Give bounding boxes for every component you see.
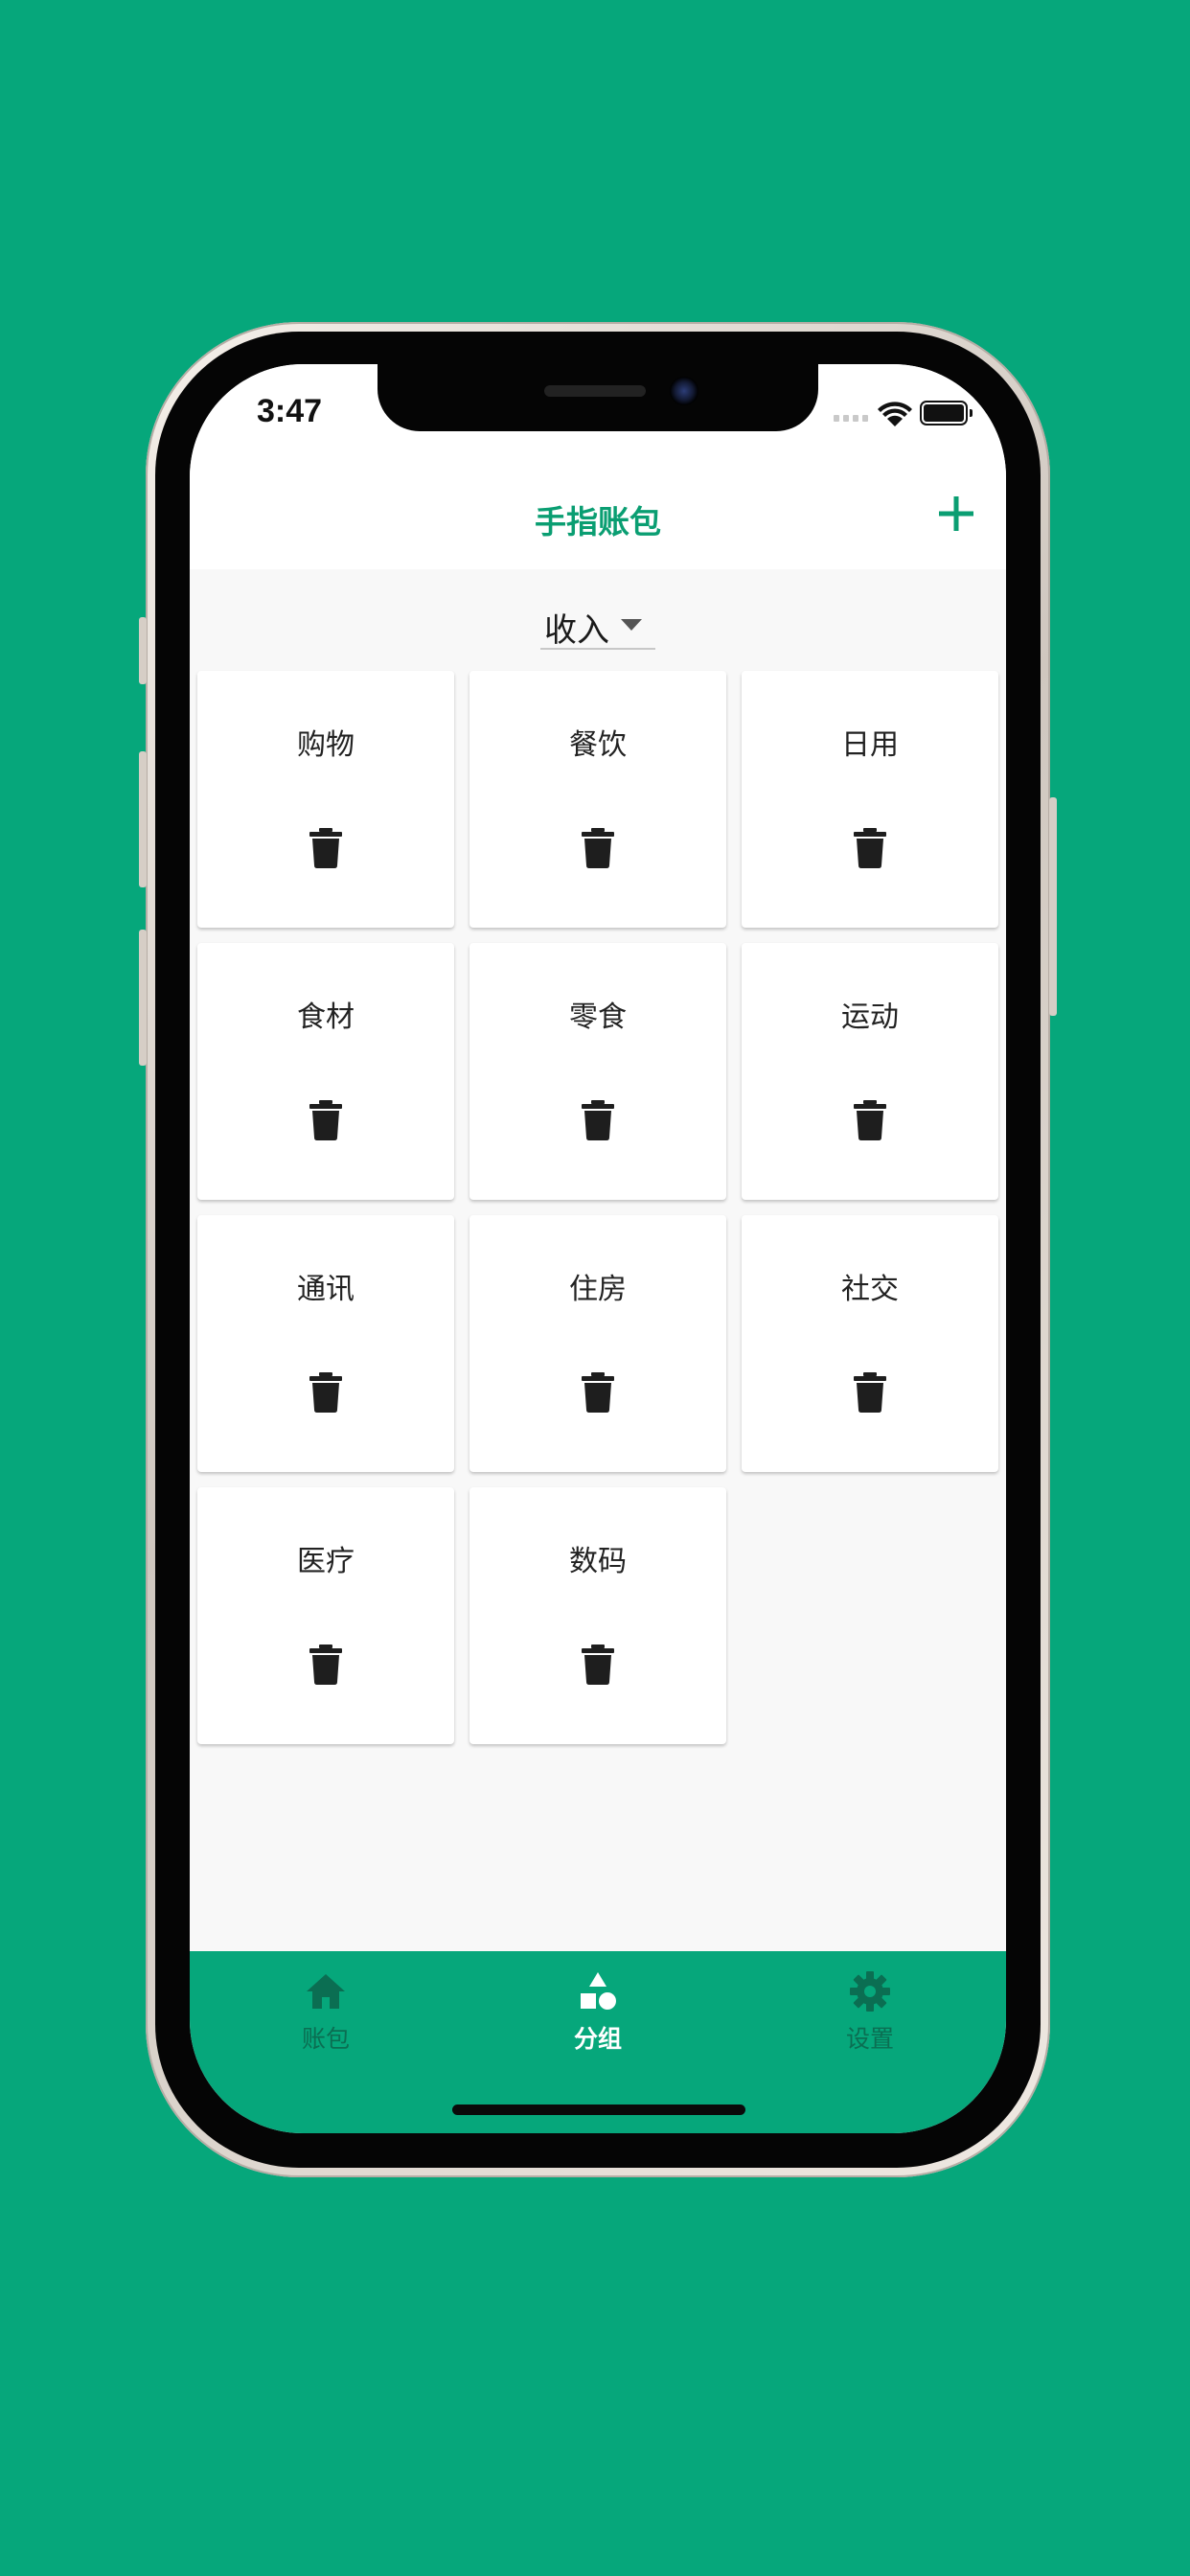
trash-icon [309, 1644, 342, 1685]
trash-icon [582, 1372, 614, 1413]
category-card[interactable]: 餐饮 [469, 671, 726, 928]
speaker-grille [544, 385, 646, 397]
trash-icon [854, 1372, 886, 1413]
battery-icon [920, 401, 973, 426]
category-card[interactable]: 住房 [469, 1215, 726, 1472]
mute-switch [139, 617, 147, 684]
category-name: 食材 [297, 1000, 355, 1034]
trash-icon [309, 1372, 342, 1413]
delete-category-button[interactable] [309, 1644, 343, 1685]
category-name: 餐饮 [569, 728, 627, 762]
notch [378, 364, 818, 431]
delete-category-button[interactable] [309, 828, 343, 868]
type-dropdown-value: 收入 [544, 611, 609, 650]
wifi-icon [878, 402, 912, 426]
category-name: 运动 [841, 1000, 899, 1034]
volume-up-button [139, 751, 147, 887]
type-dropdown[interactable]: 收入 [540, 598, 655, 650]
tab-label-settings: 设置 [845, 2025, 894, 2053]
tab-label-groups: 分组 [573, 2025, 622, 2053]
trash-icon [309, 828, 342, 868]
home-icon [307, 1974, 345, 2009]
delete-category-button[interactable] [581, 1100, 615, 1140]
category-card[interactable]: 零食 [469, 943, 726, 1200]
category-name: 住房 [569, 1273, 627, 1306]
delete-category-button[interactable] [853, 1100, 887, 1140]
trash-icon [309, 1100, 342, 1140]
delete-category-button[interactable] [853, 828, 887, 868]
category-card[interactable]: 运动 [742, 943, 998, 1200]
category-card[interactable]: 数码 [469, 1487, 726, 1744]
page-title: 手指账包 [535, 503, 661, 540]
caret-down-icon [621, 619, 642, 631]
category-card[interactable]: 社交 [742, 1215, 998, 1472]
trash-icon [854, 828, 886, 868]
power-button [1049, 797, 1057, 1016]
category-card[interactable]: 通讯 [197, 1215, 454, 1472]
front-camera [670, 377, 698, 405]
delete-category-button[interactable] [581, 828, 615, 868]
category-card[interactable]: 购物 [197, 671, 454, 928]
trash-icon [582, 828, 614, 868]
delete-category-button[interactable] [853, 1372, 887, 1413]
category-name: 通讯 [297, 1273, 355, 1306]
category-name: 日用 [841, 728, 899, 762]
cellular-signal-icon [834, 414, 872, 422]
trash-icon [582, 1100, 614, 1140]
home-indicator [452, 2104, 745, 2115]
trash-icon [854, 1100, 886, 1140]
tab-wallet[interactable]: 账包 [230, 1966, 422, 2072]
tab-label-wallet: 账包 [301, 2025, 350, 2053]
category-card[interactable]: 医疗 [197, 1487, 454, 1744]
shapes-icon [581, 1972, 616, 2010]
delete-category-button[interactable] [581, 1644, 615, 1685]
status-time: 3:47 [257, 393, 323, 429]
gear-icon [850, 1971, 890, 2012]
category-card[interactable]: 日用 [742, 671, 998, 928]
tab-groups[interactable]: 分组 [502, 1966, 694, 2072]
category-name: 社交 [841, 1273, 899, 1306]
volume-down-button [139, 930, 147, 1066]
delete-category-button[interactable] [309, 1100, 343, 1140]
app-header: 手指账包 [190, 470, 1006, 569]
phone-screen: 3:47 手指账包 收入 购物 餐饮 日用食材 零食 运动通讯 住房 社交医疗 数码 [190, 364, 1006, 2133]
add-category-button[interactable] [933, 491, 979, 537]
plus-icon [939, 496, 973, 531]
trash-icon [582, 1644, 614, 1685]
category-name: 医疗 [297, 1545, 355, 1578]
delete-category-button[interactable] [581, 1372, 615, 1413]
tab-settings[interactable]: 设置 [774, 1966, 966, 2072]
category-card[interactable]: 食材 [197, 943, 454, 1200]
delete-category-button[interactable] [309, 1372, 343, 1413]
category-name: 数码 [569, 1545, 627, 1578]
category-name: 零食 [569, 1000, 627, 1034]
category-name: 购物 [297, 728, 355, 762]
